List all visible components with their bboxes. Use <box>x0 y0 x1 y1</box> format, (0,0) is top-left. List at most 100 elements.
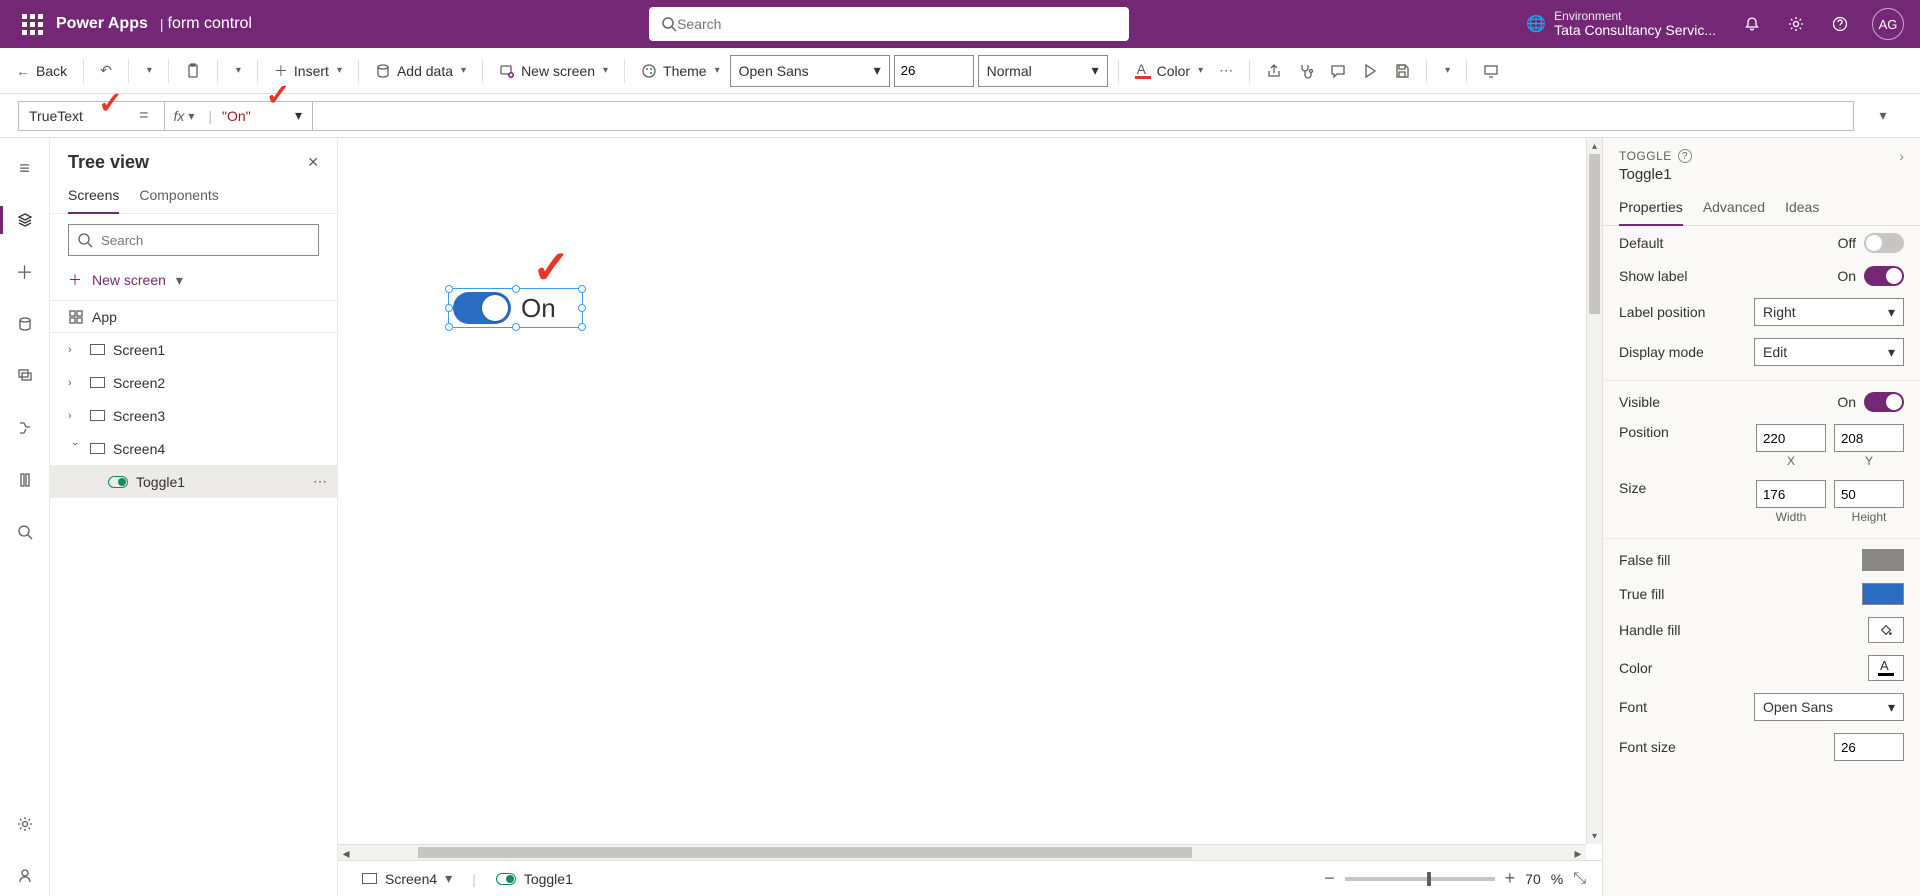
rail-tree-view[interactable] <box>0 200 50 240</box>
zoom-slider[interactable] <box>1345 877 1495 881</box>
tab-properties[interactable]: Properties <box>1619 193 1683 225</box>
toggle-track[interactable] <box>453 292 511 324</box>
undo-history-button[interactable]: ▾ <box>139 55 158 87</box>
height-field[interactable] <box>1841 487 1897 502</box>
tab-advanced[interactable]: Advanced <box>1703 193 1765 225</box>
rail-flows[interactable] <box>0 408 50 448</box>
tree-new-screen-button[interactable]: ＋ New screen ▾ <box>50 266 337 300</box>
breadcrumb-control[interactable]: Toggle1 <box>488 871 581 887</box>
rail-variables[interactable] <box>0 460 50 500</box>
tree-node-screen1[interactable]: › Screen1 <box>50 333 337 366</box>
comments-button[interactable] <box>1324 55 1352 87</box>
rail-menu-button[interactable]: ≡ <box>0 148 50 188</box>
switch-track[interactable] <box>1864 266 1904 286</box>
global-search[interactable] <box>649 7 1129 41</box>
prop-font-size-field[interactable] <box>1841 740 1897 755</box>
position-y-field[interactable] <box>1841 431 1897 446</box>
theme-button[interactable]: Theme ▾ <box>635 55 726 87</box>
rail-virtual-agent[interactable] <box>0 856 50 896</box>
font-size-input[interactable] <box>894 55 974 87</box>
scroll-right-button[interactable]: ▸ <box>1570 845 1586 860</box>
prop-default-switch[interactable]: Off <box>1838 233 1904 253</box>
tree-search[interactable] <box>68 224 319 256</box>
tree-node-screen3[interactable]: › Screen3 <box>50 399 337 432</box>
prop-font-size-input[interactable] <box>1834 733 1904 761</box>
tree-node-screen2[interactable]: › Screen2 <box>50 366 337 399</box>
zoom-in-button[interactable]: + <box>1505 868 1516 889</box>
publish-button[interactable] <box>1477 55 1505 87</box>
resize-handle[interactable] <box>445 323 453 331</box>
false-fill-swatch[interactable] <box>1862 549 1904 571</box>
resize-handle[interactable] <box>512 285 520 293</box>
design-canvas[interactable]: On ✓ ▴ ▾ ◂ ▸ <box>338 138 1602 860</box>
width-field[interactable] <box>1763 487 1819 502</box>
add-data-button[interactable]: Add data ▾ <box>369 55 472 87</box>
scroll-up-button[interactable]: ▴ <box>1587 138 1602 154</box>
rail-insert[interactable]: ＋ <box>0 252 50 292</box>
paste-button[interactable] <box>179 55 207 87</box>
rail-search[interactable] <box>0 512 50 552</box>
notifications-button[interactable] <box>1732 0 1772 48</box>
horizontal-scrollbar[interactable]: ◂ ▸ <box>338 844 1586 860</box>
scroll-thumb[interactable] <box>418 847 1192 858</box>
width-input[interactable] <box>1756 480 1826 508</box>
environment-picker[interactable]: 🌐 Environment Tata Consultancy Servic... <box>1526 10 1716 39</box>
rail-data[interactable] <box>0 304 50 344</box>
chevron-down-icon[interactable]: ▾ <box>445 870 452 887</box>
prop-show-label-switch[interactable]: On <box>1837 266 1904 286</box>
back-button[interactable]: ← Back <box>10 55 73 87</box>
collapse-pane-button[interactable]: › <box>1899 148 1904 164</box>
height-input[interactable] <box>1834 480 1904 508</box>
resize-handle[interactable] <box>512 323 520 331</box>
chevron-right-icon[interactable]: › <box>68 344 82 356</box>
position-x-field[interactable] <box>1763 431 1819 446</box>
save-options-button[interactable]: ▾ <box>1437 55 1456 87</box>
chevron-down-icon[interactable]: › <box>69 442 81 456</box>
brand-label[interactable]: Power Apps <box>56 15 148 33</box>
info-icon[interactable]: ? <box>1678 149 1692 163</box>
tree-node-app[interactable]: App <box>50 300 337 333</box>
fit-to-screen-button[interactable]: ⤡ <box>1573 870 1586 888</box>
resize-handle[interactable] <box>578 323 586 331</box>
scroll-left-button[interactable]: ◂ <box>338 845 354 860</box>
handle-fill-swatch[interactable] <box>1868 617 1904 643</box>
rail-settings[interactable] <box>0 804 50 844</box>
undo-button[interactable]: ↶ <box>94 55 118 87</box>
font-color-button[interactable]: A Color ▾ <box>1129 55 1210 87</box>
position-x-input[interactable] <box>1756 424 1826 452</box>
paste-options-button[interactable]: ▾ <box>228 55 247 87</box>
font-select[interactable]: Open Sans ▾ <box>1754 693 1904 721</box>
chevron-right-icon[interactable]: › <box>68 410 82 422</box>
color-swatch[interactable]: A <box>1868 655 1904 681</box>
switch-track[interactable] <box>1864 233 1904 253</box>
vertical-scrollbar[interactable]: ▴ ▾ <box>1586 138 1602 844</box>
resize-handle[interactable] <box>578 304 586 312</box>
tab-screens[interactable]: Screens <box>68 181 119 213</box>
position-y-input[interactable] <box>1834 424 1904 452</box>
tree-search-input[interactable] <box>101 233 310 248</box>
new-screen-button[interactable]: New screen ▾ <box>493 55 614 87</box>
prop-visible-switch[interactable]: On <box>1837 392 1904 412</box>
help-button[interactable] <box>1820 0 1860 48</box>
app-checker-button[interactable] <box>1292 55 1320 87</box>
scroll-thumb[interactable] <box>1589 154 1600 314</box>
true-fill-swatch[interactable] <box>1862 583 1904 605</box>
breadcrumb-screen[interactable]: Screen4 ▾ <box>354 870 460 887</box>
expand-formula-button[interactable]: ▾ <box>1864 107 1902 124</box>
global-search-input[interactable] <box>677 16 1117 32</box>
display-mode-select[interactable]: Edit ▾ <box>1754 338 1904 366</box>
chevron-right-icon[interactable]: › <box>68 377 82 389</box>
formula-input[interactable]: fx ▾ | "On" ✓ <box>164 101 1854 131</box>
close-pane-button[interactable]: ✕ <box>307 154 319 171</box>
zoom-out-button[interactable]: − <box>1324 868 1335 889</box>
app-launcher[interactable] <box>8 14 56 35</box>
tab-ideas[interactable]: Ideas <box>1785 193 1819 225</box>
toggle-control[interactable]: On <box>449 292 556 324</box>
tree-node-screen4[interactable]: › Screen4 <box>50 432 337 465</box>
switch-track[interactable] <box>1864 392 1904 412</box>
font-size-field[interactable] <box>901 63 967 78</box>
scroll-down-button[interactable]: ▾ <box>1587 828 1602 844</box>
save-button[interactable] <box>1388 55 1416 87</box>
user-avatar[interactable]: AG <box>1872 8 1904 40</box>
resize-handle[interactable] <box>445 304 453 312</box>
